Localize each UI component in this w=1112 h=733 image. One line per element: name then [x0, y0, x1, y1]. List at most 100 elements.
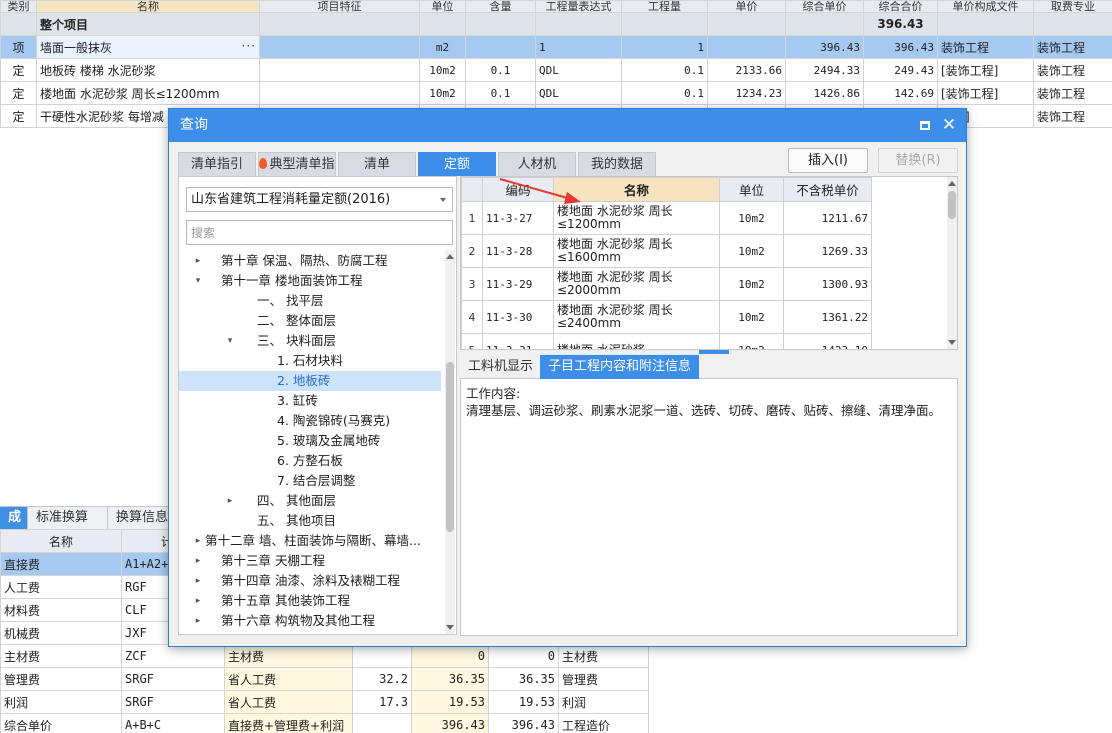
tab-labor-material-machine[interactable]: 人材机 [498, 152, 576, 176]
tree-node-label: 第十四章 油漆、涂料及裱糊工程 [221, 573, 400, 588]
tree-node[interactable]: 5. 玻璃及金属地砖 [179, 431, 441, 451]
tree-node-label: 5. 玻璃及金属地砖 [277, 433, 381, 448]
tree-node[interactable]: ▸ 第十三章 天棚工程 [179, 551, 441, 571]
close-icon[interactable]: ✕ [938, 109, 960, 142]
tree-node[interactable]: ▾ 三、 块料面层 [179, 331, 441, 351]
tree-node[interactable]: 二、 整体面层 [179, 311, 441, 331]
query-dialog: 查询 ✕ 清单指引 典型清单指引 清单 定额 人材机 我的数据 插入(I) 替换… [168, 108, 967, 647]
col-header[interactable]: 名称 [0, 529, 122, 553]
replace-button[interactable]: 替换(R) [878, 148, 958, 173]
col-header[interactable]: 不含税单价 [783, 177, 872, 202]
scroll-up-icon[interactable] [446, 254, 454, 259]
col-header[interactable]: 单位 [719, 177, 784, 202]
quota-price: 1300.93 [783, 267, 872, 301]
tree-node[interactable]: 一、 找平层 [179, 291, 441, 311]
quota-row[interactable]: 1 11-3-27 楼地面 水泥砂浆 周长≤1200mm 10m2 1211.67 [461, 201, 872, 235]
col-header[interactable]: 含量 [465, 0, 536, 13]
col-header[interactable]: 类别 [0, 0, 37, 13]
quota-row[interactable]: 4 11-3-30 楼地面 水泥砂浆 周长≤2400mm 10m2 1361.22 [461, 300, 872, 334]
col-header[interactable]: 单价 [707, 0, 786, 13]
tree-node[interactable]: ▸ 第十五章 其他装饰工程 [179, 591, 441, 611]
tab-typical-list-guide[interactable]: 典型清单指引 [258, 152, 336, 196]
col-header[interactable]: 工程量表达式 [535, 0, 622, 13]
dialog-titlebar[interactable]: 查询 ✕ [169, 109, 966, 142]
table-row[interactable]: 主材费 ZCF 主材费 0 0 主材费 [0, 644, 649, 668]
caret-icon[interactable]: ▾ [225, 331, 235, 351]
col-header[interactable]: 综合单价 [785, 0, 864, 13]
library-select[interactable]: 山东省建筑工程消耗量定额(2016) [186, 187, 453, 212]
col-header[interactable]: 单位 [419, 0, 466, 13]
tree-node[interactable]: ▾ 第十一章 楼地面装饰工程 [179, 271, 441, 291]
tab-standard-conversion[interactable]: 标准换算 [28, 507, 108, 529]
tree-node-label: 第十一章 楼地面装饰工程 [221, 273, 363, 288]
tree-node[interactable]: ▸ 第十四章 油漆、涂料及裱糊工程 [179, 571, 441, 591]
tree-node-label: 五、 其他项目 [257, 513, 336, 528]
table-row[interactable]: 管理费 SRGF 省人工费 32.2 36.35 36.35 管理费 [0, 667, 649, 691]
col-header[interactable]: 单价构成文件 [937, 0, 1034, 13]
whole-project-row[interactable]: 整个项目 396.43 [0, 12, 1112, 36]
tree-node[interactable]: ▸ 四、 其他面层 [179, 491, 441, 511]
col-header[interactable]: 名称 [553, 177, 720, 202]
caret-icon[interactable]: ▸ [193, 251, 203, 271]
tree-node[interactable]: 7. 结合层调整 [179, 471, 441, 491]
col-header[interactable]: 名称 [36, 0, 260, 13]
caret-icon[interactable]: ▾ [193, 271, 203, 291]
quota-row[interactable]: 2 11-3-28 楼地面 水泥砂浆 周长≤1600mm 10m2 1269.33 [461, 234, 872, 268]
quota-row[interactable]: 3 11-3-29 楼地面 水泥砂浆 周长≤2000mm 10m2 1300.93 [461, 267, 872, 301]
quota-scrollbar[interactable] [947, 177, 957, 349]
table-row[interactable]: 定 地板砖 楼梯 水泥砂浆 10m2 0.1 QDL 0.1 2133.66 2… [0, 58, 1112, 82]
scroll-down-icon[interactable] [446, 625, 454, 630]
row-name-cell[interactable]: 墙面一般抹灰 ··· [36, 35, 260, 59]
col-header[interactable]: 编码 [482, 177, 554, 202]
tab-composition[interactable]: 成 [0, 507, 28, 529]
tab-quota[interactable]: 定额 [418, 152, 496, 176]
tree-node[interactable]: 1. 石材块料 [179, 351, 441, 371]
table-row[interactable]: 利润 SRGF 省人工费 17.3 19.53 19.53 利润 [0, 690, 649, 714]
caret-icon[interactable]: ▸ [193, 531, 203, 551]
scroll-thumb[interactable] [948, 191, 956, 219]
row-index: 4 [461, 300, 483, 334]
table-row[interactable]: 综合单价 A+B+C 直接费+管理费+利润 396.43 396.43 工程造价 [0, 713, 649, 733]
pane-splitter[interactable] [699, 350, 729, 354]
search-input[interactable] [186, 220, 453, 245]
quota-price: 1269.33 [783, 234, 872, 268]
col-header[interactable]: 取费专业 [1033, 0, 1112, 13]
quota-row[interactable]: 5 11-3-31 楼地面 水泥砂浆 10m2 1423.10 [461, 333, 872, 349]
col-header[interactable]: 项目特征 [259, 0, 420, 13]
tree-node[interactable]: 6. 方整石板 [179, 451, 441, 471]
tree-node[interactable]: 2. 地板砖 [179, 371, 441, 391]
insert-button[interactable]: 插入(I) [788, 148, 868, 173]
tree-node[interactable]: 五、 其他项目 [179, 511, 441, 531]
tree-node[interactable]: ▸ 第十章 保温、隔热、防腐工程 [179, 251, 441, 271]
tab-my-data[interactable]: 我的数据 [578, 152, 656, 176]
tree-node[interactable]: 4. 陶瓷锦砖(马赛克) [179, 411, 441, 431]
tab-list[interactable]: 清单 [338, 152, 416, 176]
tree-node-label: 第十七章 脚手架工程 [221, 631, 337, 634]
caret-icon[interactable]: ▸ [193, 551, 203, 571]
scroll-thumb[interactable] [446, 362, 454, 532]
maximize-icon[interactable] [914, 109, 936, 142]
col-header[interactable]: 综合合价 [863, 0, 938, 13]
scroll-up-icon[interactable] [948, 181, 956, 186]
more-button[interactable]: ··· [242, 39, 256, 53]
tree-scrollbar[interactable] [445, 250, 455, 634]
tree-node[interactable]: ▸ 第十二章 墙、柱面装饰与隔断、幕墙... [179, 531, 441, 551]
table-row[interactable]: 定 楼地面 水泥砂浆 周长≤1200mm 10m2 0.1 QDL 0.1 12… [0, 81, 1112, 105]
quota-name: 楼地面 水泥砂浆 周长≤1600mm [553, 234, 720, 268]
scroll-down-icon[interactable] [948, 340, 956, 345]
tree-node[interactable]: ▸ 第十六章 构筑物及其他工程 [179, 611, 441, 631]
tree-node[interactable]: 3. 缸砖 [179, 391, 441, 411]
tab-resource-display[interactable]: 工料机显示 [460, 355, 541, 379]
tree-node[interactable]: ▸ 第十七章 脚手架工程 [179, 631, 441, 634]
row-index: 1 [461, 201, 483, 235]
caret-icon[interactable]: ▸ [193, 611, 203, 631]
caret-icon[interactable]: ▸ [193, 631, 203, 634]
caret-icon[interactable]: ▸ [193, 591, 203, 611]
caret-icon[interactable]: ▸ [193, 571, 203, 591]
tree-node-label: 二、 整体面层 [257, 313, 336, 328]
caret-icon[interactable]: ▸ [225, 491, 235, 511]
table-row[interactable]: 项 墙面一般抹灰 ··· m2 1 1 396.43 396.43 装饰工程 装饰… [0, 35, 1112, 59]
col-header[interactable]: 工程量 [621, 0, 708, 13]
tab-work-content-notes[interactable]: 子目工程内容和附注信息 [540, 355, 700, 379]
tab-list-guide[interactable]: 清单指引 [178, 152, 256, 176]
